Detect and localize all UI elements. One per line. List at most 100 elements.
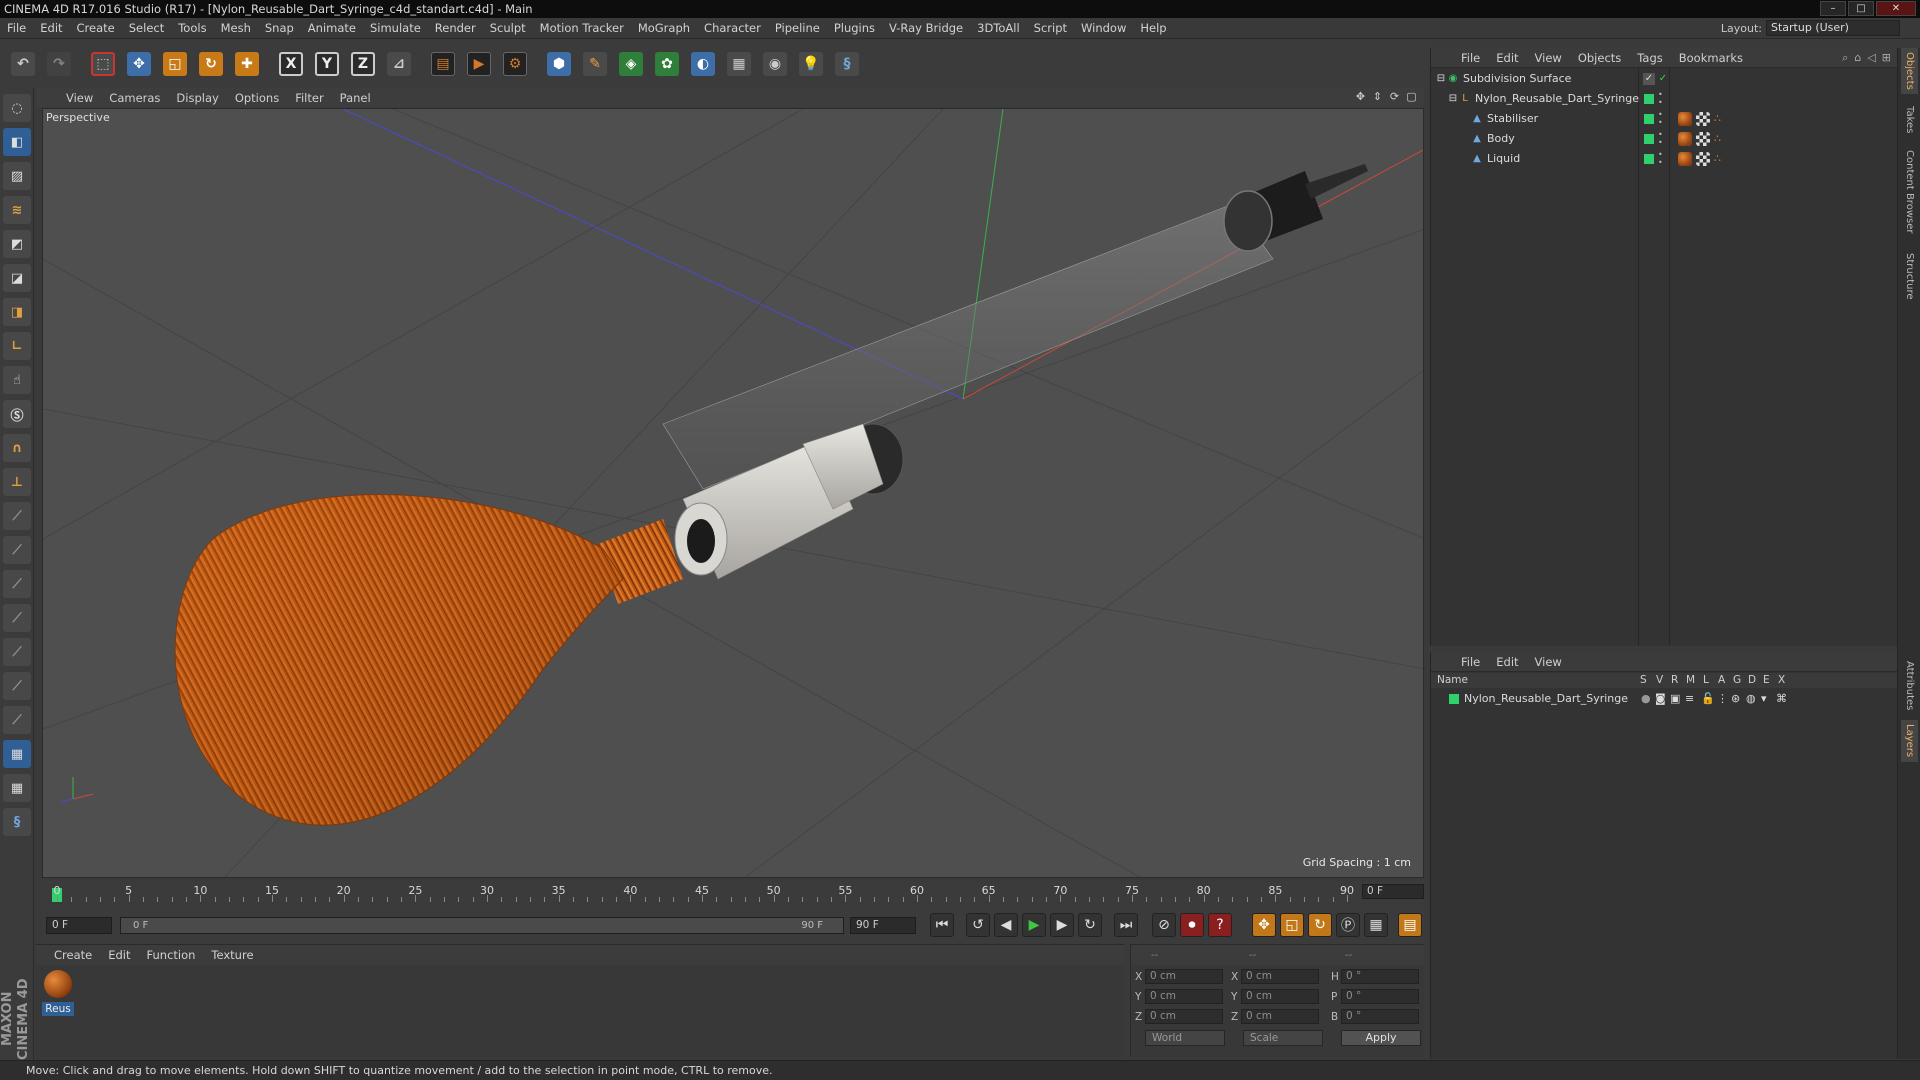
key-pla-button[interactable]: ▦ xyxy=(1364,913,1388,937)
play-button[interactable]: ▶ xyxy=(1022,913,1046,937)
viewport-menu-display[interactable]: Display xyxy=(168,91,226,105)
z-axis-button[interactable]: Z xyxy=(348,48,378,80)
material-tag-icon[interactable] xyxy=(1678,112,1692,126)
column-manager[interactable]: M xyxy=(1686,673,1695,688)
menu-file[interactable]: File xyxy=(0,18,33,39)
render-icon[interactable]: ▣ xyxy=(1670,691,1680,707)
menu-vray-bridge[interactable]: V-Ray Bridge xyxy=(882,18,970,39)
rotate-tool-button[interactable]: ↻ xyxy=(196,48,226,80)
viewport-menu-filter[interactable]: Filter xyxy=(287,91,331,105)
menu-render[interactable]: Render xyxy=(428,18,483,39)
rotation-p-field[interactable]: 0 ° xyxy=(1341,989,1419,1004)
python-left-button[interactable]: § xyxy=(3,808,31,836)
column-deformers[interactable]: D xyxy=(1748,673,1756,688)
menu-window[interactable]: Window xyxy=(1074,18,1133,39)
autokey-button[interactable]: ? xyxy=(1208,913,1232,937)
visibility-dots-icon[interactable]: • • xyxy=(1658,151,1663,167)
column-xref[interactable]: X xyxy=(1778,673,1785,688)
layer-color-swatch[interactable] xyxy=(1644,134,1654,144)
previous-key-button[interactable]: ↺ xyxy=(966,913,990,937)
x-axis-button[interactable]: X xyxy=(276,48,306,80)
menu-3dtoall[interactable]: 3DToAll xyxy=(970,18,1027,39)
phong-tag-icon[interactable]: ∴ xyxy=(1714,112,1728,126)
layer-row[interactable]: Nylon_Reusable_Dart_Syringe ● ◙ ▣ ≡ 🔓 ⋮ … xyxy=(1431,691,1898,707)
menu-plugins[interactable]: Plugins xyxy=(827,18,882,39)
xref-icon[interactable]: ⌘ xyxy=(1776,691,1787,707)
search-icon[interactable]: ⌕ xyxy=(1842,51,1848,65)
home-icon[interactable]: ⌂ xyxy=(1854,51,1861,65)
render-view-button[interactable]: ▤ xyxy=(428,48,458,80)
tab-content-browser[interactable]: Content Browser xyxy=(1901,144,1918,240)
menu-script[interactable]: Script xyxy=(1027,18,1074,39)
layer-color-swatch[interactable] xyxy=(1449,694,1459,704)
key-position-button[interactable]: ✥ xyxy=(1252,913,1276,937)
object-row-nylon-reusable-dart-syringe[interactable]: ⊟ L Nylon_Reusable_Dart_Syringe • • xyxy=(1431,90,1898,108)
size-z-field[interactable]: 0 cm xyxy=(1241,1009,1319,1024)
material-name[interactable]: Reus xyxy=(42,1002,74,1016)
uvw-tag-icon[interactable] xyxy=(1696,132,1710,146)
floor-object-button[interactable]: ▦ xyxy=(724,48,754,80)
column-view[interactable]: V xyxy=(1656,673,1663,688)
go-to-start-button[interactable]: ⏮ xyxy=(930,913,954,937)
end-frame-field[interactable]: 90 F xyxy=(850,917,916,934)
layer-menu-file[interactable]: File xyxy=(1453,655,1488,669)
brush-tool-6[interactable]: ⟋ xyxy=(3,672,31,700)
close-button[interactable]: ✕ xyxy=(1876,1,1916,16)
menu-select[interactable]: Select xyxy=(122,18,171,39)
viewport-menu-view[interactable]: View xyxy=(58,91,101,105)
preview-range-slider[interactable]: 0 F 90 F xyxy=(120,917,844,934)
next-frame-button[interactable]: ▶ xyxy=(1050,913,1074,937)
layer-menu-view[interactable]: View xyxy=(1527,655,1570,669)
check-icon[interactable]: ✓ xyxy=(1657,73,1669,85)
redo-button[interactable]: ↷ xyxy=(44,48,74,80)
animation-icon[interactable]: ⋮ xyxy=(1717,691,1728,707)
move-tool-button[interactable]: ✥ xyxy=(124,48,154,80)
tab-layers[interactable]: Layers xyxy=(1901,720,1918,762)
lock-icon[interactable]: 🔓 xyxy=(1701,691,1715,707)
manager-icon[interactable]: ≡ xyxy=(1685,691,1694,707)
object-menu-view[interactable]: View xyxy=(1527,51,1570,65)
polygons-mode-button[interactable]: ◨ xyxy=(3,298,31,326)
key-scale-button[interactable]: ◱ xyxy=(1280,913,1304,937)
uvw-tag-icon[interactable] xyxy=(1696,112,1710,126)
undo-button[interactable]: ↶ xyxy=(8,48,38,80)
scale-tool-button[interactable]: ◱ xyxy=(160,48,190,80)
axis-mode-button[interactable]: ∟ xyxy=(3,332,31,360)
menu-pipeline[interactable]: Pipeline xyxy=(768,18,827,39)
coordinate-space-dropdown[interactable]: World xyxy=(1145,1030,1225,1046)
menu-animate[interactable]: Animate xyxy=(301,18,363,39)
generator-icon[interactable]: ⊛ xyxy=(1731,691,1740,707)
grid-lock-button[interactable]: ▦ xyxy=(3,740,31,768)
size-y-field[interactable]: 0 cm xyxy=(1241,989,1319,1004)
column-solo[interactable]: S xyxy=(1640,673,1647,688)
brush-tool-5[interactable]: ⟋ xyxy=(3,638,31,666)
brush-tool-1[interactable]: ⟋ xyxy=(3,502,31,530)
layer-color-swatch[interactable] xyxy=(1644,114,1654,124)
deformer-icon[interactable]: ◍ xyxy=(1746,691,1756,707)
viewport-menu-panel[interactable]: Panel xyxy=(332,91,379,105)
camera-object-button[interactable]: ◉ xyxy=(760,48,790,80)
collapse-icon[interactable]: ⊟ xyxy=(1447,93,1459,105)
collapse-icon[interactable]: ⊟ xyxy=(1435,73,1447,85)
uvw-tag-icon[interactable] xyxy=(1696,152,1710,166)
column-render[interactable]: R xyxy=(1671,673,1678,688)
edges-mode-button[interactable]: ◪ xyxy=(3,264,31,292)
material-menu-create[interactable]: Create xyxy=(46,948,100,962)
menu-mograph[interactable]: MoGraph xyxy=(631,18,697,39)
layer-menu-edit[interactable]: Edit xyxy=(1488,655,1526,669)
coordinate-system-button[interactable]: ⊿ xyxy=(384,48,414,80)
visibility-dots-icon[interactable]: • • xyxy=(1658,131,1663,147)
menu-snap[interactable]: Snap xyxy=(258,18,301,39)
phong-tag-icon[interactable]: ∴ xyxy=(1714,152,1728,166)
transform-tool-button[interactable]: ✚ xyxy=(232,48,262,80)
menu-sculpt[interactable]: Sculpt xyxy=(483,18,533,39)
minimize-button[interactable]: – xyxy=(1820,1,1846,16)
current-frame-field[interactable]: 0 F xyxy=(1362,884,1424,899)
texture-mode-button[interactable]: ▨ xyxy=(3,162,31,190)
record-keys-button[interactable]: ⏺ xyxy=(1180,913,1204,937)
rotation-h-field[interactable]: 0 ° xyxy=(1341,969,1419,984)
points-mode-button[interactable]: ◩ xyxy=(3,230,31,258)
tab-attributes[interactable]: Attributes xyxy=(1901,656,1918,716)
size-mode-dropdown[interactable]: Scale xyxy=(1243,1030,1323,1046)
column-animation[interactable]: A xyxy=(1718,673,1725,688)
